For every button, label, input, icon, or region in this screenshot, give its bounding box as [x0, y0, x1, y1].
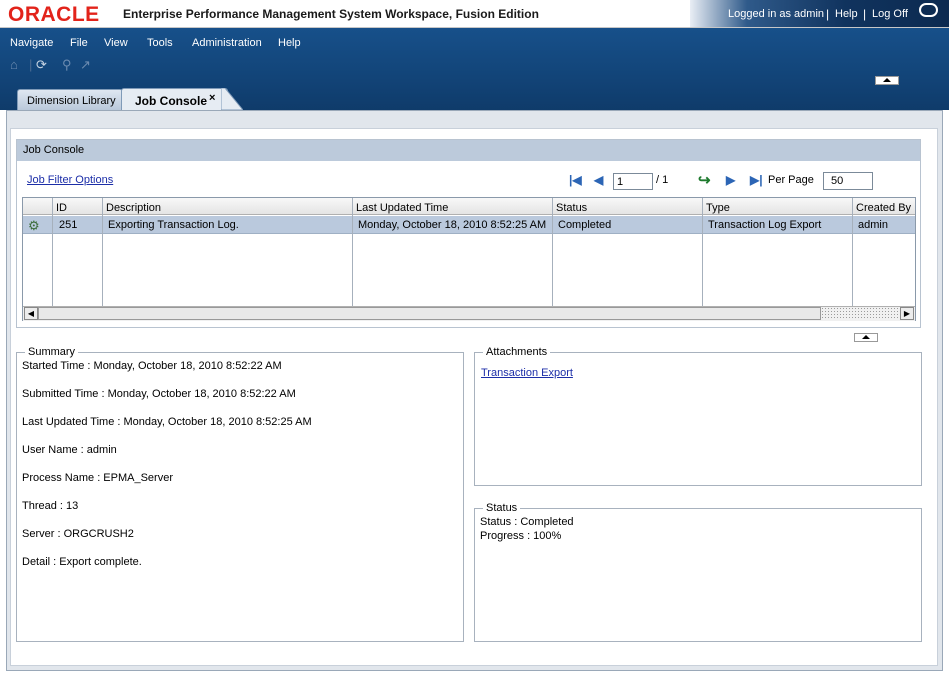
menu-file[interactable]: File	[70, 37, 88, 49]
cell-id: 251	[59, 219, 78, 231]
unpin-icon[interactable]: ↗	[80, 57, 91, 73]
page-count: / 1	[656, 174, 669, 186]
summary-legend: Summary	[25, 346, 79, 358]
collapse-header-button[interactable]	[875, 76, 899, 85]
tab-job-console[interactable]: Job Console ×	[121, 88, 228, 111]
summary-user-name: User Name : admin	[22, 444, 117, 456]
banner-separator: |	[863, 7, 867, 21]
cell-description: Exporting Transaction Log.	[108, 219, 239, 231]
menu-navigate[interactable]: Navigate	[10, 37, 53, 49]
summary-thread: Thread : 13	[22, 500, 79, 512]
job-gears-icon: ⚙	[28, 218, 40, 233]
cell-last-updated: Monday, October 18, 2010 8:52:25 AM	[358, 219, 547, 231]
previous-page-icon[interactable]: ◀	[594, 173, 603, 187]
menu-help[interactable]: Help	[278, 37, 301, 49]
home-icon[interactable]: ⌂	[10, 57, 18, 72]
summary-process-name: Process Name : EPMA_Server	[22, 472, 173, 484]
column-header-description[interactable]: Description	[103, 198, 353, 215]
summary-started-time: Started Time : Monday, October 18, 2010 …	[22, 360, 282, 372]
pin-icon[interactable]: ⚲	[62, 57, 72, 73]
close-tab-icon[interactable]: ×	[209, 92, 215, 104]
scroll-right-icon[interactable]: ▶	[900, 307, 914, 320]
scroll-left-icon[interactable]: ◀	[24, 307, 38, 320]
transaction-export-link[interactable]: Transaction Export	[481, 367, 573, 379]
attachments-legend: Attachments	[483, 346, 551, 358]
collapse-details-button[interactable]	[854, 333, 878, 342]
cell-status: Completed	[558, 219, 612, 231]
column-divider	[52, 198, 53, 306]
column-header-type[interactable]: Type	[703, 198, 853, 215]
refresh-icon[interactable]: ⟳	[36, 57, 47, 73]
progress-line: Progress : 100%	[480, 530, 562, 542]
status-legend: Status	[483, 502, 521, 514]
logged-in-label: Logged in as admin	[728, 8, 825, 20]
oracle-logo: ORACLE	[8, 3, 100, 26]
tab-label: Job Console	[135, 94, 208, 108]
column-divider	[852, 198, 853, 306]
oracle-o-icon	[919, 3, 938, 17]
column-divider	[102, 198, 103, 306]
cell-type: Transaction Log Export	[708, 219, 822, 231]
per-page-input[interactable]	[823, 172, 873, 190]
column-header-status[interactable]: Status	[553, 198, 703, 215]
column-divider	[352, 198, 353, 306]
status-panel	[474, 508, 922, 642]
summary-submitted-time: Submitted Time : Monday, October 18, 201…	[22, 388, 296, 400]
column-header-last-updated[interactable]: Last Updated Time	[353, 198, 553, 215]
summary-detail: Detail : Export complete.	[22, 556, 142, 568]
column-header-created-by[interactable]: Created By	[853, 198, 915, 215]
summary-last-updated-time: Last Updated Time : Monday, October 18, …	[22, 416, 312, 428]
job-console-header	[17, 140, 920, 161]
cell-created-by: admin	[858, 219, 888, 231]
status-line: Status : Completed	[480, 516, 574, 528]
column-header-id[interactable]: ID	[53, 198, 103, 215]
banner-separator: |	[826, 7, 830, 21]
scrollbar-track[interactable]	[821, 307, 899, 320]
menu-view[interactable]: View	[104, 37, 128, 49]
last-page-icon[interactable]: ▶|	[750, 173, 763, 187]
column-header-icon	[23, 198, 53, 215]
first-page-icon[interactable]: |◀	[569, 173, 582, 187]
per-page-label: Per Page	[768, 174, 814, 186]
menu-tools[interactable]: Tools	[147, 37, 173, 49]
tab-slant	[221, 88, 243, 110]
summary-server: Server : ORGCRUSH2	[22, 528, 134, 540]
logoff-link[interactable]: Log Off	[872, 8, 908, 20]
column-divider	[552, 198, 553, 306]
page-number-input[interactable]	[613, 173, 653, 190]
product-title: Enterprise Performance Management System…	[123, 7, 539, 21]
help-link[interactable]: Help	[835, 8, 858, 20]
tab-label: Dimension Library	[27, 95, 116, 107]
tab-dimension-library[interactable]: Dimension Library	[17, 89, 123, 110]
column-divider	[702, 198, 703, 306]
next-page-icon[interactable]: ▶	[726, 173, 735, 187]
menu-administration[interactable]: Administration	[192, 37, 262, 49]
job-filter-options-link[interactable]: Job Filter Options	[27, 174, 113, 186]
toolbar-separator: |	[29, 57, 33, 72]
scrollbar-thumb[interactable]	[38, 307, 821, 320]
refresh-jobs-icon[interactable]: ↪	[698, 171, 711, 189]
job-console-title: Job Console	[23, 144, 85, 156]
